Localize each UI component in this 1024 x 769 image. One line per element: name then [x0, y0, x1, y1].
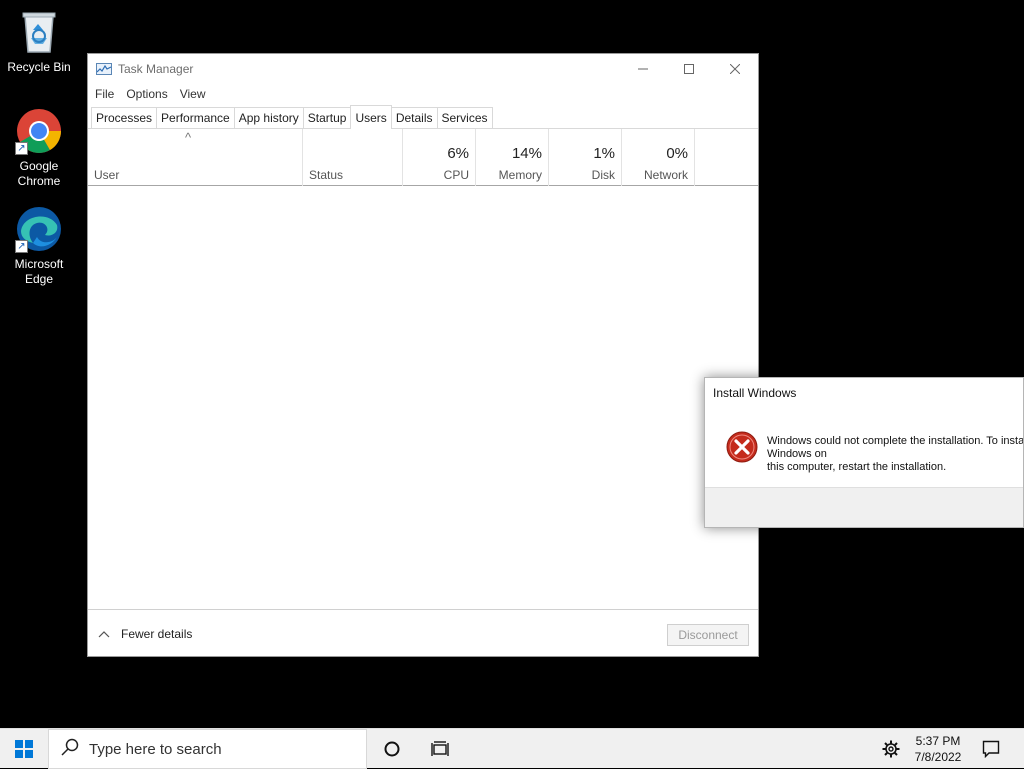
notification-icon: [982, 740, 1000, 758]
search-icon: [61, 738, 79, 760]
tab-details[interactable]: Details: [390, 107, 438, 128]
dialog-message: Windows could not complete the installat…: [767, 435, 1024, 473]
recycle-bin-label: Recycle Bin: [7, 60, 71, 74]
minimize-icon: [638, 68, 648, 69]
column-memory[interactable]: 14% Memory: [476, 129, 549, 186]
action-center-button[interactable]: [968, 729, 1014, 769]
column-network[interactable]: 0% Network: [622, 129, 695, 186]
tab-services[interactable]: Services: [436, 107, 493, 128]
dialog-title[interactable]: Install Windows: [705, 378, 1023, 408]
column-header-row: ^ User Status 6% CPU 14% Memory 1% Disk …: [88, 129, 758, 186]
recycle-bin-shortcut[interactable]: Recycle Bin: [1, 8, 77, 75]
cpu-percent: 6%: [447, 145, 469, 162]
start-button[interactable]: [0, 729, 48, 769]
column-disk[interactable]: 1% Disk: [549, 129, 622, 186]
task-view-button[interactable]: [417, 729, 463, 769]
fewer-details-button[interactable]: Fewer details: [98, 627, 192, 641]
tab-app-history[interactable]: App history: [233, 107, 304, 128]
gear-icon: [882, 740, 900, 758]
cortana-button[interactable]: [369, 729, 415, 769]
taskbar-search-box[interactable]: Type here to search: [48, 729, 367, 769]
task-manager-window: Task Manager File Options View Processes…: [87, 53, 759, 657]
desktop: Recycle Bin ↗ Google Chrome ↗ Microsoft: [0, 0, 1024, 728]
google-chrome-shortcut[interactable]: ↗ Google Chrome: [1, 107, 77, 189]
fewer-details-label: Fewer details: [121, 626, 193, 641]
task-view-icon: [431, 741, 449, 756]
dialog-content: Windows could not complete the installat…: [705, 408, 1023, 487]
menu-file[interactable]: File: [91, 87, 118, 101]
google-chrome-label: Google Chrome: [17, 159, 61, 188]
task-manager-app-icon: [96, 62, 112, 75]
clock-date: 7/8/2022: [914, 750, 962, 764]
memory-percent: 14%: [511, 145, 542, 162]
dialog-button-area: [705, 487, 1023, 527]
microsoft-edge-shortcut[interactable]: ↗ Microsoft Edge: [1, 205, 77, 287]
column-cpu-label: CPU: [443, 168, 469, 182]
shortcut-arrow-icon: ↗: [15, 240, 28, 253]
close-icon: [730, 63, 740, 74]
column-memory-label: Memory: [498, 168, 542, 182]
task-manager-titlebar[interactable]: Task Manager: [88, 54, 758, 83]
menu-bar: File Options View: [88, 83, 758, 105]
sort-ascending-icon: ^: [185, 130, 192, 145]
column-disk-label: Disk: [591, 168, 615, 182]
task-manager-footer: Fewer details Disconnect: [88, 609, 758, 657]
search-placeholder: Type here to search: [89, 740, 222, 758]
menu-options[interactable]: Options: [122, 87, 171, 101]
column-cpu[interactable]: 6% CPU: [403, 129, 476, 186]
window-title: Task Manager: [118, 61, 194, 76]
menu-view[interactable]: View: [176, 87, 210, 101]
tab-users[interactable]: Users: [350, 105, 392, 129]
tab-startup[interactable]: Startup: [302, 107, 352, 128]
tab-processes[interactable]: Processes: [91, 107, 158, 128]
cortana-icon: [384, 741, 400, 757]
network-percent: 0%: [666, 145, 688, 162]
column-network-label: Network: [643, 168, 688, 182]
column-user[interactable]: ^ User: [88, 129, 303, 186]
taskbar: Type here to search 5:37 PM 7/8/2022: [0, 728, 1024, 769]
install-windows-dialog: Install Windows Windows could not comple…: [704, 377, 1024, 528]
column-status-label: Status: [309, 168, 344, 182]
maximize-button[interactable]: [666, 54, 712, 83]
chrome-icon: ↗: [15, 107, 63, 155]
microsoft-edge-label: Microsoft Edge: [14, 257, 64, 286]
edge-icon: ↗: [15, 205, 63, 253]
column-status[interactable]: Status: [303, 129, 403, 186]
maximize-icon: [684, 63, 694, 74]
recycle-bin-icon: [15, 8, 63, 56]
tab-strip: Processes Performance App history Startu…: [88, 105, 758, 129]
clock-time: 5:37 PM: [915, 734, 961, 748]
close-button[interactable]: [712, 54, 758, 83]
error-icon: [726, 431, 758, 463]
windows-logo-icon: [15, 740, 33, 758]
chevron-up-icon: [98, 627, 112, 641]
tab-performance[interactable]: Performance: [156, 107, 235, 128]
users-list: [88, 186, 758, 609]
minimize-button[interactable]: [620, 54, 666, 83]
taskbar-clock[interactable]: 5:37 PM 7/8/2022: [908, 729, 968, 769]
column-user-label: User: [94, 168, 120, 182]
shortcut-arrow-icon: ↗: [15, 142, 28, 155]
disconnect-button[interactable]: Disconnect: [667, 624, 749, 646]
disk-percent: 1%: [593, 145, 615, 162]
